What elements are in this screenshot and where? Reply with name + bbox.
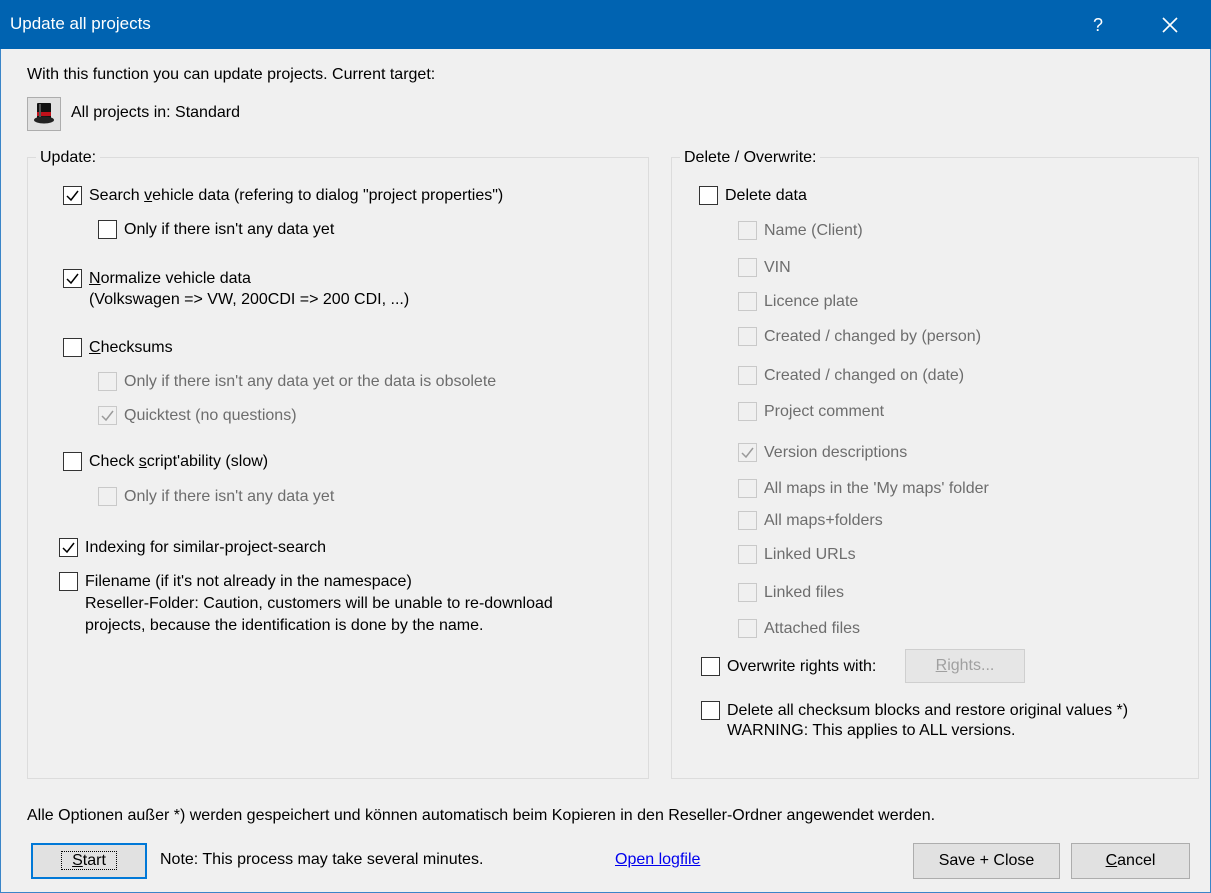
delete-licence-plate-checkbox[interactable] bbox=[738, 292, 757, 311]
rights-button[interactable]: Rights... bbox=[905, 649, 1025, 683]
delete-created-changed-by-person-label[interactable]: Created / changed by (person) bbox=[764, 327, 981, 346]
close-button[interactable] bbox=[1150, 8, 1190, 42]
delete-data-label[interactable]: Delete data bbox=[725, 186, 807, 205]
checkmark-icon bbox=[741, 447, 754, 459]
cancel-button[interactable]: Cancel bbox=[1071, 843, 1190, 879]
target-label: All projects in: Standard bbox=[71, 104, 240, 121]
delete-all-maps-folders-checkbox[interactable] bbox=[738, 511, 757, 530]
checkmark-icon bbox=[66, 190, 79, 202]
delete-checksum-label[interactable]: Delete all checksum blocks and restore o… bbox=[727, 701, 1128, 720]
delete-licence-plate-label[interactable]: Licence plate bbox=[764, 292, 858, 311]
search-only-if-none-checkbox[interactable] bbox=[98, 220, 117, 239]
delete-linked-files-checkbox[interactable] bbox=[738, 583, 757, 602]
filename-label[interactable]: Filename (if it's not already in the nam… bbox=[85, 572, 412, 591]
delete-all-maps-in-the-my-maps-folder-label[interactable]: All maps in the 'My maps' folder bbox=[764, 479, 989, 498]
normalize-checkbox[interactable] bbox=[63, 269, 82, 288]
open-logfile-link[interactable]: Open logfile bbox=[615, 851, 700, 869]
script-only-if-none-label[interactable]: Only if there isn't any data yet bbox=[124, 487, 334, 506]
footer-note: Alle Optionen außer *) werden gespeicher… bbox=[27, 807, 936, 824]
checksums-only-if-checkbox[interactable] bbox=[98, 372, 117, 391]
delete-checksum-checkbox[interactable] bbox=[701, 701, 720, 720]
delete-version-descriptions-label[interactable]: Version descriptions bbox=[764, 443, 907, 462]
delete-data-checkbox[interactable] bbox=[699, 186, 718, 205]
checksums-only-if-label[interactable]: Only if there isn't any data yet or the … bbox=[124, 372, 496, 391]
delete-linked-files-label[interactable]: Linked files bbox=[764, 583, 844, 602]
checkmark-icon bbox=[66, 273, 79, 285]
delete-created-changed-on-date-label[interactable]: Created / changed on (date) bbox=[764, 366, 964, 385]
indexing-checkbox[interactable] bbox=[59, 538, 78, 557]
close-icon bbox=[1162, 17, 1178, 33]
delete-linked-urls-checkbox[interactable] bbox=[738, 545, 757, 564]
quicktest-label[interactable]: Quicktest (no questions) bbox=[124, 406, 297, 425]
quicktest-checkbox[interactable] bbox=[98, 406, 117, 425]
help-button[interactable]: ? bbox=[1081, 8, 1115, 42]
delete-created-changed-on-date-checkbox[interactable] bbox=[738, 366, 757, 385]
window-title: Update all projects bbox=[10, 14, 151, 33]
normalize-label[interactable]: Normalize vehicle data bbox=[89, 269, 251, 288]
search-vehicle-label[interactable]: Search vehicle data (refering to dialog … bbox=[89, 186, 503, 205]
filename-checkbox[interactable] bbox=[59, 572, 78, 591]
target-button[interactable] bbox=[27, 97, 61, 131]
delete-name-client-checkbox[interactable] bbox=[738, 221, 757, 240]
scriptability-checkbox[interactable] bbox=[63, 452, 82, 471]
delete-checksum-sub: WARNING: This applies to ALL versions. bbox=[727, 722, 1016, 739]
scriptability-label[interactable]: Check script'ability (slow) bbox=[89, 452, 268, 471]
checksums-checkbox[interactable] bbox=[63, 338, 82, 357]
delete-project-comment-checkbox[interactable] bbox=[738, 402, 757, 421]
start-button[interactable]: Start bbox=[31, 843, 147, 879]
delete-created-changed-by-person-checkbox[interactable] bbox=[738, 327, 757, 346]
delete-vin-checkbox[interactable] bbox=[738, 258, 757, 277]
delete-group-label: Delete / Overwrite: bbox=[680, 149, 821, 167]
delete-attached-files-checkbox[interactable] bbox=[738, 619, 757, 638]
checksums-label[interactable]: Checksums bbox=[89, 338, 173, 357]
delete-attached-files-label[interactable]: Attached files bbox=[764, 619, 860, 638]
delete-linked-urls-label[interactable]: Linked URLs bbox=[764, 545, 856, 564]
filename-sub1: Reseller-Folder: Caution, customers will… bbox=[85, 595, 553, 612]
delete-group bbox=[671, 157, 1199, 779]
delete-name-client-label[interactable]: Name (Client) bbox=[764, 221, 863, 240]
search-only-if-none-label[interactable]: Only if there isn't any data yet bbox=[124, 220, 334, 239]
title-bar: Update all projects ? bbox=[0, 0, 1211, 49]
script-only-if-none-checkbox[interactable] bbox=[98, 487, 117, 506]
normalize-sub: (Volkswagen => VW, 200CDI => 200 CDI, ..… bbox=[89, 291, 410, 308]
filename-sub2: projects, because the identification is … bbox=[85, 617, 484, 634]
delete-version-descriptions-checkbox[interactable] bbox=[738, 443, 757, 462]
search-vehicle-checkbox[interactable] bbox=[63, 186, 82, 205]
save-close-button[interactable]: Save + Close bbox=[913, 843, 1060, 879]
update-group-label: Update: bbox=[36, 149, 101, 167]
indexing-label[interactable]: Indexing for similar-project-search bbox=[85, 538, 326, 557]
delete-all-maps-folders-label[interactable]: All maps+folders bbox=[764, 511, 883, 530]
delete-project-comment-label[interactable]: Project comment bbox=[764, 402, 884, 421]
checkmark-icon bbox=[101, 410, 114, 422]
overwrite-rights-label[interactable]: Overwrite rights with: bbox=[727, 657, 876, 676]
delete-all-maps-in-the-my-maps-folder-checkbox[interactable] bbox=[738, 479, 757, 498]
top-hat-icon bbox=[34, 103, 54, 124]
overwrite-rights-checkbox[interactable] bbox=[701, 657, 720, 676]
checkmark-icon bbox=[62, 542, 75, 554]
delete-vin-label[interactable]: VIN bbox=[764, 258, 791, 277]
process-note: Note: This process may take several minu… bbox=[160, 851, 484, 868]
intro-text: With this function you can update projec… bbox=[27, 66, 436, 83]
